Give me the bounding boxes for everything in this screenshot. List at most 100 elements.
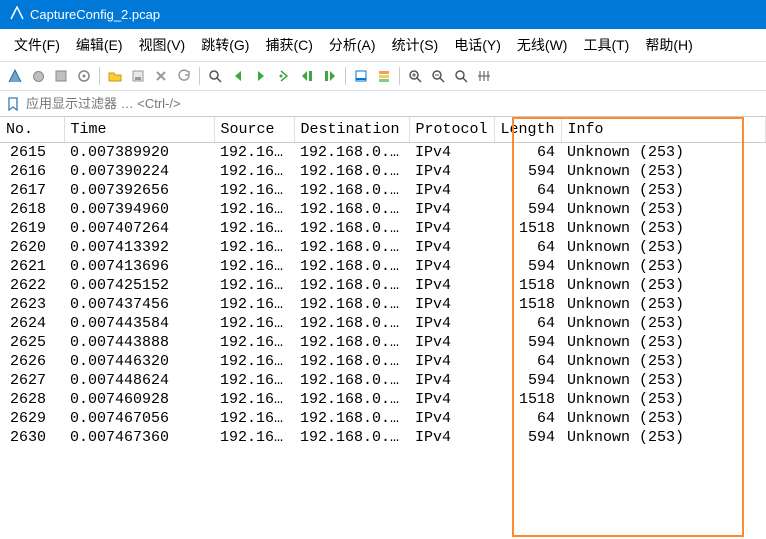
cell-no: 2615 — [0, 143, 64, 163]
cell-no: 2618 — [0, 200, 64, 219]
find-icon[interactable] — [204, 65, 226, 87]
table-row[interactable]: 26300.007467360192.16…192.168.0.…IPv4594… — [0, 428, 766, 447]
cell-destination: 192.168.0.… — [294, 314, 409, 333]
menu-telephony[interactable]: 电话(Y) — [446, 33, 509, 57]
separator — [345, 67, 346, 85]
table-row[interactable]: 26290.007467056192.16…192.168.0.…IPv464U… — [0, 409, 766, 428]
header-destination[interactable]: Destination — [294, 117, 409, 143]
cell-protocol: IPv4 — [409, 276, 494, 295]
cell-length: 594 — [494, 257, 561, 276]
cell-destination: 192.168.0.… — [294, 409, 409, 428]
bookmark-filter-icon[interactable] — [4, 97, 22, 111]
cell-destination: 192.168.0.… — [294, 162, 409, 181]
cell-no: 2617 — [0, 181, 64, 200]
table-row[interactable]: 26250.007443888192.16…192.168.0.…IPv4594… — [0, 333, 766, 352]
cell-protocol: IPv4 — [409, 295, 494, 314]
separator — [99, 67, 100, 85]
stop-capture-icon[interactable] — [27, 65, 49, 87]
capture-options-icon[interactable] — [73, 65, 95, 87]
reload-icon[interactable] — [173, 65, 195, 87]
resize-columns-icon[interactable] — [473, 65, 495, 87]
menu-capture[interactable]: 捕获(C) — [257, 33, 320, 57]
go-first-icon[interactable] — [296, 65, 318, 87]
cell-time: 0.007413696 — [64, 257, 214, 276]
menu-analyze[interactable]: 分析(A) — [321, 33, 384, 57]
table-row[interactable]: 26190.007407264192.16…192.168.0.…IPv4151… — [0, 219, 766, 238]
save-file-icon[interactable] — [127, 65, 149, 87]
cell-time: 0.007467360 — [64, 428, 214, 447]
cell-destination: 192.168.0.… — [294, 352, 409, 371]
app-fin-icon — [10, 6, 24, 23]
go-back-icon[interactable] — [227, 65, 249, 87]
cell-no: 2619 — [0, 219, 64, 238]
table-row[interactable]: 26260.007446320192.16…192.168.0.…IPv464U… — [0, 352, 766, 371]
menu-go[interactable]: 跳转(G) — [193, 33, 257, 57]
cell-source: 192.16… — [214, 143, 294, 163]
cell-info: Unknown (253) — [561, 390, 765, 409]
restart-capture-icon[interactable] — [50, 65, 72, 87]
zoom-in-icon[interactable] — [404, 65, 426, 87]
cell-time: 0.007446320 — [64, 352, 214, 371]
zoom-out-icon[interactable] — [427, 65, 449, 87]
cell-info: Unknown (253) — [561, 371, 765, 390]
header-protocol[interactable]: Protocol — [409, 117, 494, 143]
start-capture-icon[interactable] — [4, 65, 26, 87]
auto-scroll-icon[interactable] — [350, 65, 372, 87]
cell-source: 192.16… — [214, 428, 294, 447]
table-row[interactable]: 26220.007425152192.16…192.168.0.…IPv4151… — [0, 276, 766, 295]
jump-to-icon[interactable] — [273, 65, 295, 87]
menu-file[interactable]: 文件(F) — [6, 33, 68, 57]
menu-help[interactable]: 帮助(H) — [637, 33, 700, 57]
menu-edit[interactable]: 编辑(E) — [68, 33, 131, 57]
colorize-icon[interactable] — [373, 65, 395, 87]
cell-no: 2629 — [0, 409, 64, 428]
table-row[interactable]: 26160.007390224192.16…192.168.0.…IPv4594… — [0, 162, 766, 181]
go-last-icon[interactable] — [319, 65, 341, 87]
header-no[interactable]: No. — [0, 117, 64, 143]
table-row[interactable]: 26200.007413392192.16…192.168.0.…IPv464U… — [0, 238, 766, 257]
cell-info: Unknown (253) — [561, 352, 765, 371]
cell-length: 1518 — [494, 219, 561, 238]
header-time[interactable]: Time — [64, 117, 214, 143]
menu-view[interactable]: 视图(V) — [131, 33, 194, 57]
table-row[interactable]: 26210.007413696192.16…192.168.0.…IPv4594… — [0, 257, 766, 276]
header-info[interactable]: Info — [561, 117, 765, 143]
cell-protocol: IPv4 — [409, 314, 494, 333]
table-row[interactable]: 26170.007392656192.16…192.168.0.…IPv464U… — [0, 181, 766, 200]
table-row[interactable]: 26240.007443584192.16…192.168.0.…IPv464U… — [0, 314, 766, 333]
cell-protocol: IPv4 — [409, 219, 494, 238]
table-row[interactable]: 26180.007394960192.16…192.168.0.…IPv4594… — [0, 200, 766, 219]
cell-time: 0.007394960 — [64, 200, 214, 219]
cell-info: Unknown (253) — [561, 314, 765, 333]
menu-stats[interactable]: 统计(S) — [384, 33, 447, 57]
cell-length: 64 — [494, 181, 561, 200]
cell-info: Unknown (253) — [561, 162, 765, 181]
go-forward-icon[interactable] — [250, 65, 272, 87]
close-file-icon[interactable] — [150, 65, 172, 87]
cell-protocol: IPv4 — [409, 390, 494, 409]
display-filter-input[interactable] — [22, 93, 762, 114]
table-row[interactable]: 26280.007460928192.16…192.168.0.…IPv4151… — [0, 390, 766, 409]
cell-destination: 192.168.0.… — [294, 276, 409, 295]
cell-info: Unknown (253) — [561, 428, 765, 447]
table-row[interactable]: 26230.007437456192.16…192.168.0.…IPv4151… — [0, 295, 766, 314]
cell-length: 64 — [494, 143, 561, 163]
menu-wireless[interactable]: 无线(W) — [509, 33, 576, 57]
cell-destination: 192.168.0.… — [294, 200, 409, 219]
cell-source: 192.16… — [214, 276, 294, 295]
cell-info: Unknown (253) — [561, 181, 765, 200]
cell-time: 0.007443584 — [64, 314, 214, 333]
cell-source: 192.16… — [214, 295, 294, 314]
cell-no: 2623 — [0, 295, 64, 314]
header-length[interactable]: Length — [494, 117, 561, 143]
header-source[interactable]: Source — [214, 117, 294, 143]
open-file-icon[interactable] — [104, 65, 126, 87]
zoom-reset-icon[interactable] — [450, 65, 472, 87]
table-row[interactable]: 26150.007389920192.16…192.168.0.…IPv464U… — [0, 143, 766, 163]
table-row[interactable]: 26270.007448624192.16…192.168.0.…IPv4594… — [0, 371, 766, 390]
cell-length: 1518 — [494, 276, 561, 295]
cell-length: 64 — [494, 409, 561, 428]
menu-tools[interactable]: 工具(T) — [575, 33, 637, 57]
packet-list-area: No. Time Source Destination Protocol Len… — [0, 117, 766, 539]
packet-list-table[interactable]: No. Time Source Destination Protocol Len… — [0, 117, 766, 447]
